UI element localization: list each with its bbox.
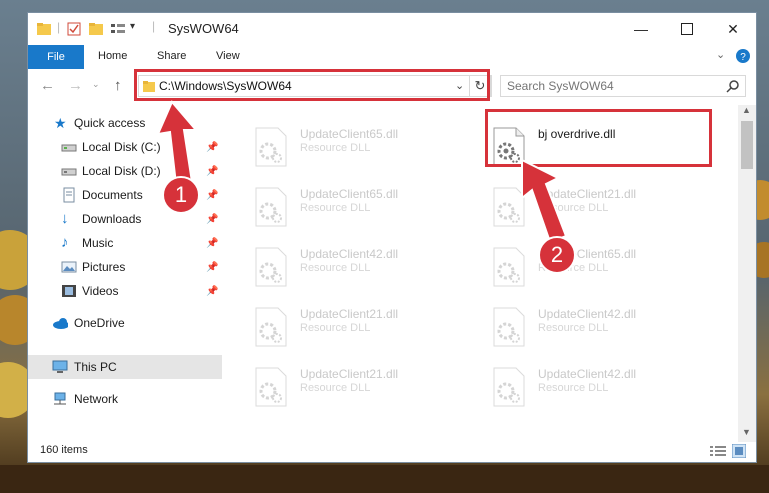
step-badge-2: 2 bbox=[538, 236, 576, 274]
arrow-2 bbox=[521, 158, 568, 244]
annotation-arrows bbox=[156, 100, 568, 244]
arrow-1 bbox=[156, 100, 199, 186]
step-badge-1: 1 bbox=[162, 176, 200, 214]
